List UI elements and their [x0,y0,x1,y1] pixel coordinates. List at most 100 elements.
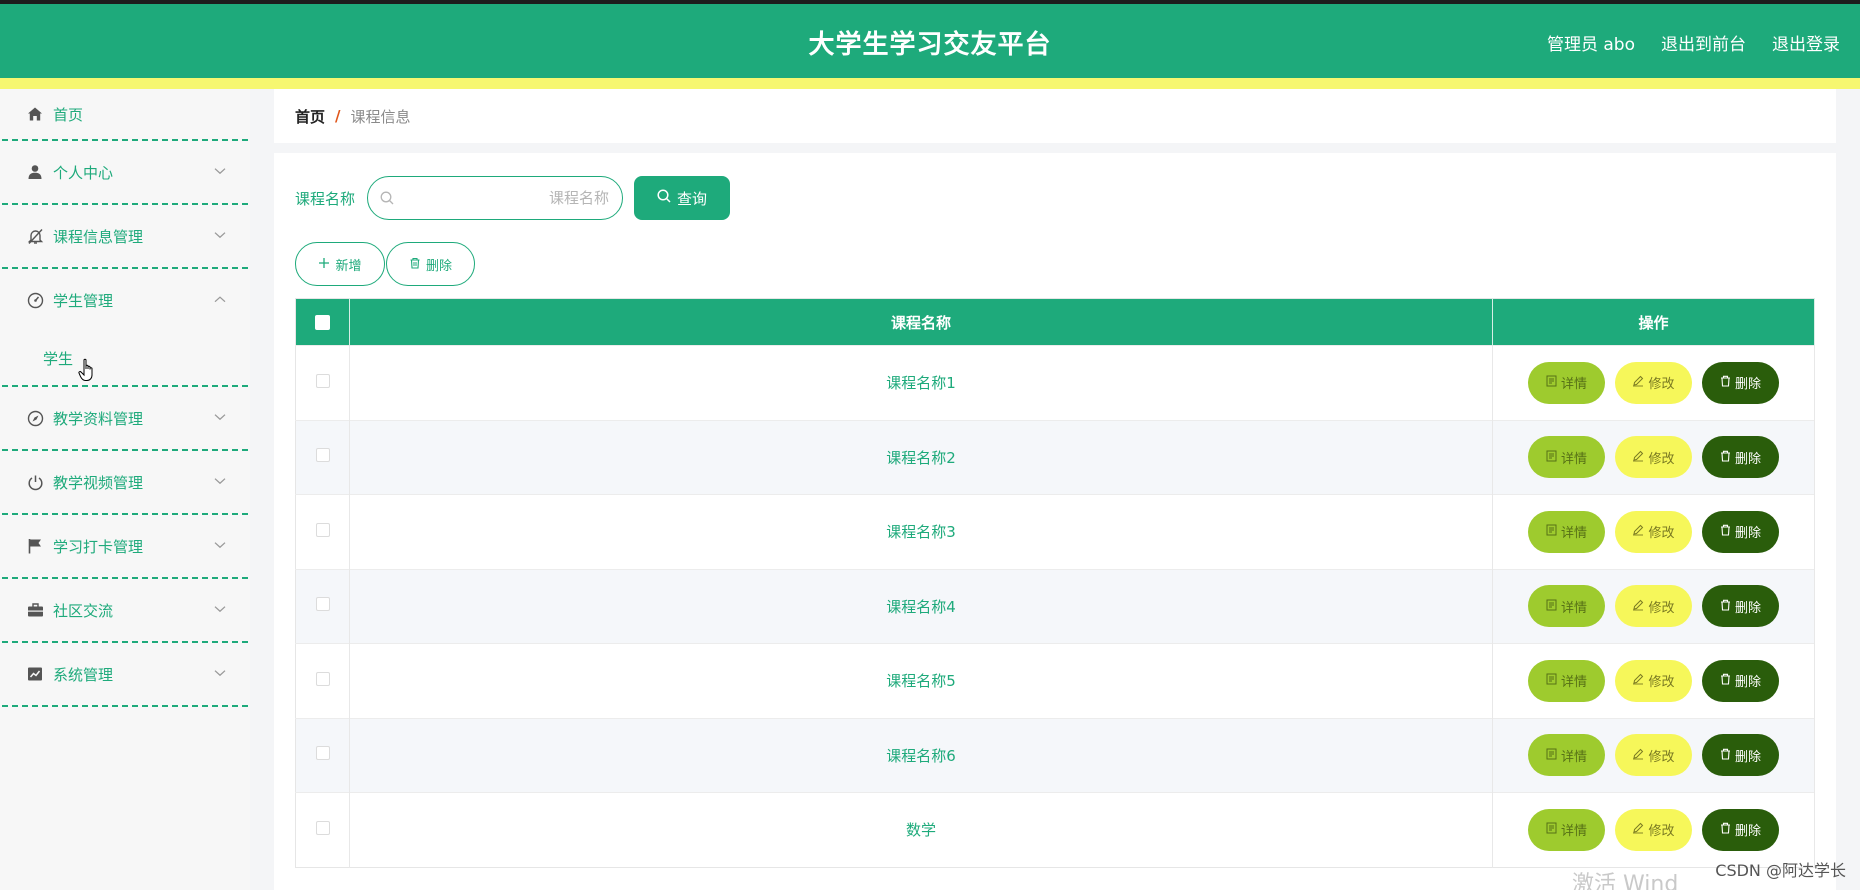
edit-button[interactable]: 修改 [1615,436,1692,479]
select-all-cell [295,298,350,346]
course-name-cell: 课程名称2 [349,419,1493,495]
sidebar-item-personal-center[interactable]: 个人中心 [0,141,250,203]
detail-button-label: 详情 [1560,823,1587,839]
pencil-icon [1632,673,1644,688]
search-icon [380,190,394,209]
briefcase-icon [26,601,44,619]
trash-icon [1720,375,1731,390]
edit-button[interactable]: 修改 [1615,361,1692,404]
delete-button[interactable]: 删除 [1702,808,1779,851]
detail-button[interactable]: 详情 [1528,808,1605,851]
table-row: 课程名称5 详情 修改 删除 [295,643,1815,718]
delete-button[interactable]: 删除 [1702,734,1779,777]
delete-button-label: 删除 [1734,748,1761,764]
breadcrumb-current: 课程信息 [350,107,411,126]
detail-button[interactable]: 详情 [1528,361,1605,404]
trash-icon [1720,450,1731,465]
delete-button[interactable]: 删除 [1702,361,1779,404]
select-all-checkbox[interactable] [315,315,330,330]
detail-button-label: 详情 [1560,450,1587,466]
detail-button[interactable]: 详情 [1528,659,1605,702]
search-bar: 课程名称 查询 [295,176,731,220]
sidebar-item-home[interactable]: 首页 [0,89,250,139]
detail-button[interactable]: 详情 [1528,510,1605,553]
power-icon [26,473,44,491]
sidebar-item-study-checkin[interactable]: 学习打卡管理 [0,515,250,577]
delete-button[interactable]: 删除 [1702,510,1779,553]
detail-button-label: 详情 [1560,748,1587,764]
edit-button[interactable]: 修改 [1615,659,1692,702]
logout-link[interactable]: 退出登录 [1772,30,1840,55]
sidebar-item-student-management[interactable]: 学生管理 [0,269,250,331]
flag-icon [26,537,44,555]
actions-cell: 详情 修改 删除 [1492,494,1815,569]
row-checkbox[interactable] [315,522,330,537]
pencil-icon [1632,524,1644,539]
edit-button[interactable]: 修改 [1615,510,1692,553]
row-checkbox[interactable] [315,746,330,761]
detail-button[interactable]: 详情 [1528,585,1605,628]
document-icon [1546,748,1557,763]
delete-button[interactable]: 删除 [1702,585,1779,628]
course-name-search-input[interactable] [404,177,610,219]
plus-icon [318,257,330,272]
sidebar-divider [2,705,248,707]
back-to-front-link[interactable]: 退出到前台 [1661,30,1746,55]
table-header-row: 课程名称 操作 [295,298,1815,346]
batch-delete-button[interactable]: 删除 [386,242,475,286]
pencil-icon [1632,599,1644,614]
edit-button[interactable]: 修改 [1615,585,1692,628]
submenu-item-student[interactable]: 学生 [0,331,250,385]
sidebar-item-teaching-videos[interactable]: 教学视频管理 [0,451,250,513]
column-header-course-name: 课程名称 [349,298,1493,346]
row-checkbox[interactable] [315,597,330,612]
add-button[interactable]: 新增 [295,242,385,286]
action-toolbar: 新增 删除 [295,242,475,286]
query-button-label: 查询 [677,190,708,208]
table-row: 数学 详情 修改 删除 [295,792,1815,867]
delete-button[interactable]: 删除 [1702,436,1779,479]
detail-button-label: 详情 [1560,674,1587,690]
submenu-item-label: 学生 [43,349,74,368]
edit-button-label: 修改 [1648,674,1675,690]
table-body: 课程名称1 详情 修改 删除 课程名称2 详情 修改 删除 课程名称3 详情 修改 删除 课程名称4 详情… [295,345,1815,867]
trash-icon [1720,748,1731,763]
header-accent-bar [0,78,1860,89]
trash-icon [1720,599,1731,614]
edit-button-label: 修改 [1648,450,1675,466]
chevron-down-icon [214,599,226,617]
course-name-cell: 课程名称4 [349,568,1493,644]
row-select-cell [295,792,350,867]
breadcrumb-home[interactable]: 首页 [295,106,325,127]
search-input-wrapper [367,176,624,220]
document-icon [1546,599,1557,614]
row-checkbox[interactable] [315,448,330,463]
actions-cell: 详情 修改 删除 [1492,643,1815,718]
sidebar-item-course-info[interactable]: 课程信息管理 [0,205,250,267]
edit-button[interactable]: 修改 [1615,734,1692,777]
actions-cell: 详情 修改 删除 [1492,792,1815,867]
sidebar-item-label: 教学视频管理 [53,473,144,492]
query-button[interactable]: 查询 [634,176,731,220]
actions-cell: 详情 修改 删除 [1492,345,1815,420]
sidebar-item-system[interactable]: 系统管理 [0,643,250,705]
column-header-actions: 操作 [1492,298,1815,346]
chart-icon [26,665,44,683]
detail-button[interactable]: 详情 [1528,436,1605,479]
row-checkbox[interactable] [315,373,330,388]
row-select-cell [295,494,350,569]
edit-button[interactable]: 修改 [1615,808,1692,851]
row-checkbox[interactable] [315,671,330,686]
detail-button[interactable]: 详情 [1528,734,1605,777]
delete-button-label: 删除 [1734,823,1761,839]
row-checkbox[interactable] [315,820,330,835]
activation-watermark: 激活 Wind [1572,872,1679,890]
sidebar-item-teaching-materials[interactable]: 教学资料管理 [0,387,250,449]
sidebar-item-community[interactable]: 社区交流 [0,579,250,641]
document-icon [1546,375,1557,390]
actions-cell: 详情 修改 删除 [1492,568,1815,644]
app-header: 大学生学习交友平台 管理员 abo 退出到前台 退出登录 [0,4,1860,78]
delete-button[interactable]: 删除 [1702,659,1779,702]
detail-button-label: 详情 [1560,525,1587,541]
admin-label: 管理员 abo [1546,35,1635,55]
